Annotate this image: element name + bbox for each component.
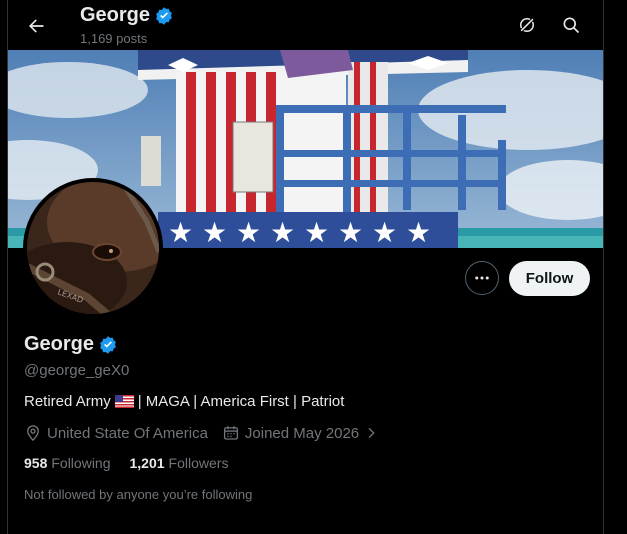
location-text: United State Of America — [47, 424, 208, 442]
back-button[interactable] — [20, 10, 52, 42]
location: United State Of America — [24, 424, 208, 442]
us-flag-icon — [114, 395, 134, 408]
bio-text-start: Retired Army — [24, 393, 111, 410]
joined-text: Joined May 2026 — [244, 424, 360, 442]
follow-button[interactable]: Follow — [509, 261, 590, 296]
top-bar: George 1,169 posts — [8, 0, 603, 50]
arrow-left-icon — [29, 19, 44, 33]
avatar[interactable]: LEXAD — [23, 178, 163, 318]
header-name-text: George — [80, 4, 151, 26]
profile-column: George 1,169 posts ★ ★ ★ ★ ★ ★ ★ ★ LEXAD… — [7, 0, 604, 534]
not-followed-notice: Not followed by anyone you’re following — [24, 487, 253, 502]
verified-badge-icon[interactable] — [98, 335, 118, 355]
grok-icon — [519, 17, 535, 33]
bio-text-end: | MAGA | America First | Patriot — [137, 393, 345, 410]
profile-meta: United State Of America Joined May 2026 — [24, 424, 379, 442]
grok-button[interactable] — [511, 9, 543, 41]
chevron-right-icon — [368, 427, 375, 439]
more-dots-icon — [475, 276, 489, 280]
location-pin-icon — [27, 425, 39, 442]
followers-count: 1,201 — [129, 455, 165, 471]
profile-bio: Retired Army | MAGA | America First | Pa… — [24, 393, 344, 410]
svg-text:★ ★ ★ ★ ★ ★ ★ ★: ★ ★ ★ ★ ★ ★ ★ ★ — [168, 216, 431, 248]
followers-link[interactable]: 1,201 Followers — [130, 455, 229, 471]
follow-counts: 958 Following 1,201 Followers — [24, 455, 228, 471]
search-button[interactable] — [555, 9, 587, 41]
followers-label: Followers — [168, 455, 229, 471]
following-link[interactable]: 958 Following — [24, 455, 111, 471]
joined-date[interactable]: Joined May 2026 — [222, 424, 379, 442]
more-options-button[interactable] — [465, 261, 499, 295]
calendar-icon — [223, 426, 238, 440]
header-post-count: 1,169 posts — [80, 31, 148, 46]
profile-name-text: George — [24, 333, 95, 355]
profile-handle: @george_geX0 — [24, 362, 130, 379]
following-count: 958 — [24, 455, 48, 471]
search-icon — [563, 17, 580, 34]
header-name: George — [80, 4, 174, 27]
following-label: Following — [51, 455, 111, 471]
avatar-image: LEXAD — [27, 182, 159, 314]
profile-name: George — [24, 333, 118, 356]
verified-badge-icon — [154, 6, 174, 26]
